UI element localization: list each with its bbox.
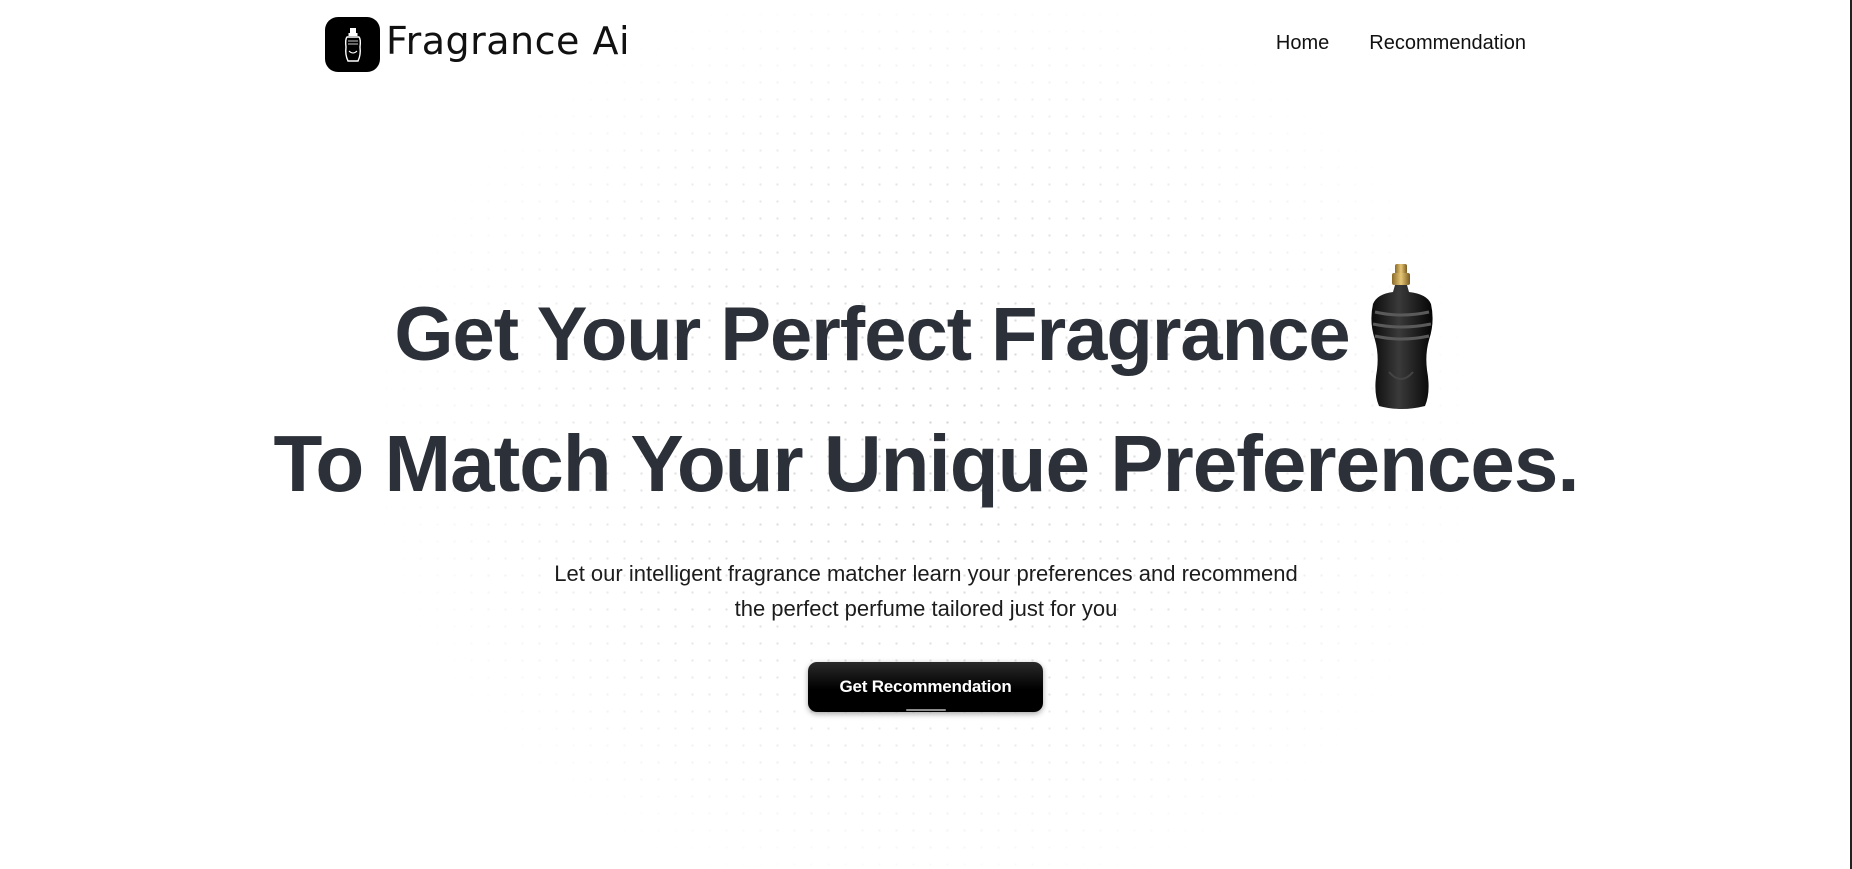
page: Fragrance Ai Home Recommendation Get You… — [0, 0, 1852, 869]
nav-home-link[interactable]: Home — [1276, 32, 1329, 55]
site-header: Fragrance Ai Home Recommendation — [0, 0, 1852, 90]
headline-line1-text: Get Your Perfect Fragrance — [394, 292, 1350, 377]
hero-headline-line2: To Match Your Unique Preferences. — [273, 419, 1579, 508]
main-nav: Home Recommendation — [1276, 32, 1526, 55]
get-recommendation-button[interactable]: Get Recommendation — [808, 662, 1043, 712]
nav-recommendation-link[interactable]: Recommendation — [1369, 32, 1526, 55]
perfume-bottle-icon — [325, 17, 380, 72]
perfume-bottle-icon — [1371, 264, 1433, 409]
subtitle-line1: Let our intelligent fragrance matcher le… — [554, 561, 1298, 586]
hero-subtitle: Let our intelligent fragrance matcher le… — [0, 556, 1852, 626]
hero-headline-line1: Get Your Perfect Fragrance — [0, 292, 1852, 378]
brand-name: Fragrance Ai — [386, 18, 631, 63]
subtitle-line2: the perfect perfume tailored just for yo… — [734, 596, 1118, 621]
brand-logo-link[interactable]: Fragrance Ai — [325, 17, 630, 72]
